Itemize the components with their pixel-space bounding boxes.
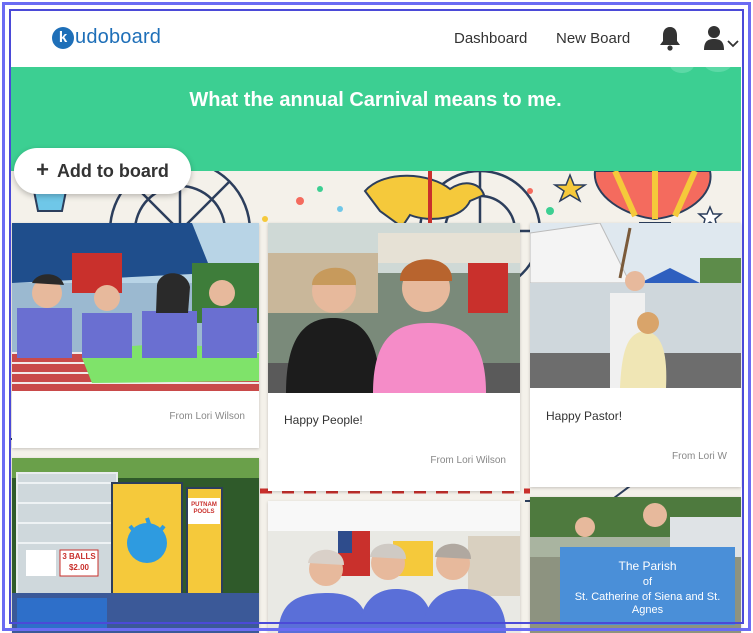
price-sign: $2.00 bbox=[68, 563, 90, 572]
add-to-board-label: Add to board bbox=[56, 160, 169, 181]
post-card[interactable]: The Parish of St. Catherine of Siena and… bbox=[530, 497, 741, 633]
balls-sign: 3 BALLS bbox=[62, 552, 96, 561]
post-message: Happy People! bbox=[284, 413, 363, 427]
parish-banner-line-3: St. Catherine of Siena and St. Agnes bbox=[574, 591, 721, 616]
plus-icon: + bbox=[36, 157, 49, 182]
post-photo bbox=[268, 223, 520, 393]
nav-dashboard-link[interactable]: Dashboard bbox=[454, 30, 527, 47]
nav-new-board-link[interactable]: New Board bbox=[556, 30, 630, 47]
post-photo bbox=[530, 223, 741, 388]
top-navigation: k udoboard Dashboard New Board bbox=[10, 10, 741, 67]
user-avatar-icon[interactable] bbox=[704, 25, 740, 53]
post-card[interactable]: Happy Pastor! From Lori W bbox=[530, 223, 741, 487]
post-card[interactable]: Happy People! From Lori Wilson bbox=[268, 223, 520, 491]
add-to-board-button[interactable]: + Add to board bbox=[14, 148, 191, 194]
post-message: Happy Pastor! bbox=[546, 409, 623, 423]
bell-icon[interactable] bbox=[658, 25, 682, 51]
post-card[interactable] bbox=[268, 501, 520, 633]
parish-banner-line-2: of bbox=[642, 576, 653, 588]
post-author: From Lori Wilson bbox=[169, 411, 245, 422]
post-photo bbox=[12, 223, 259, 391]
kudoboard-logo[interactable]: k udoboard bbox=[52, 26, 161, 49]
post-photo bbox=[268, 501, 520, 633]
logo-text: udoboard bbox=[75, 26, 162, 48]
dunk-tank-sign: PUTNAM POOLS bbox=[191, 502, 217, 515]
parish-banner-line-1: The Parish bbox=[618, 559, 677, 573]
post-author: From Lori Wilson bbox=[430, 455, 506, 466]
post-photo bbox=[12, 458, 259, 633]
post-card[interactable]: PUTNAM POOLS 3 BALLS $2.00 bbox=[12, 458, 259, 633]
post-card[interactable]: From Lori Wilson bbox=[12, 223, 259, 448]
board-title: What the annual Carnival means to me. bbox=[189, 89, 562, 111]
logo-badge: k bbox=[52, 26, 74, 49]
post-author: From Lori W bbox=[672, 451, 727, 462]
